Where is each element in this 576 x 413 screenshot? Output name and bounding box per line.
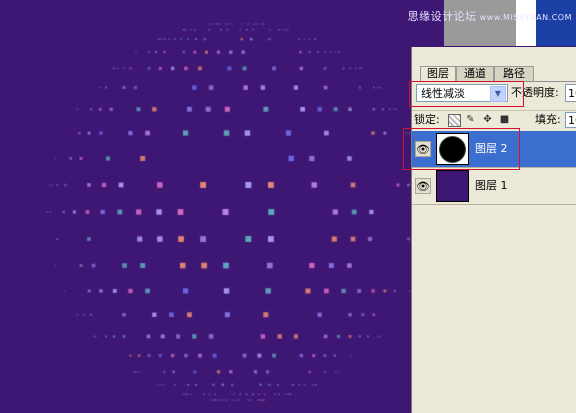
blend-row: 线性减淡 ▼ 不透明度: 10 [412, 83, 576, 105]
blend-mode-value: 线性减淡 [421, 87, 465, 100]
watermark-text: 思缘设计论坛 [407, 10, 477, 23]
layer-row-1[interactable]: 👁 图层 1 [412, 168, 576, 205]
layers-panel: 图层 通道 路径 线性减淡 ▼ 不透明度: 10 锁定: ✎ ✥ ■ 填充: 1… [411, 47, 576, 413]
watermark: 思缘设计论坛 www.MISSYUAN.COM [408, 8, 572, 24]
eye-icon[interactable]: 👁 [415, 178, 431, 194]
panel-tabs: 图层 通道 路径 [412, 65, 576, 82]
fill-label: 填充: [535, 113, 561, 126]
eye-icon[interactable]: 👁 [415, 141, 431, 157]
layer-thumbnail [436, 170, 469, 202]
fill-input[interactable]: 10 [565, 112, 576, 128]
opacity-input[interactable]: 10 [565, 84, 576, 102]
layer-thumbnail [436, 133, 469, 165]
lock-icon[interactable]: ■ [499, 114, 510, 125]
opacity-label: 不透明度: [511, 86, 559, 99]
lock-row: 锁定: ✎ ✥ ■ 填充: 10 [412, 110, 576, 129]
lock-label: 锁定: [414, 113, 440, 126]
layer-row-2[interactable]: 👁 图层 2 [412, 131, 576, 168]
tab-layers[interactable]: 图层 [420, 66, 456, 82]
tab-paths[interactable]: 路径 [494, 66, 534, 81]
blend-mode-select[interactable]: 线性减淡 ▼ [416, 84, 508, 102]
chevron-down-icon[interactable]: ▼ [490, 86, 506, 102]
layers-list: 👁 图层 2 👁 图层 1 [412, 131, 576, 413]
sphere-thumbnail [440, 137, 465, 162]
tab-channels[interactable]: 通道 [456, 66, 494, 81]
brush-icon[interactable]: ✎ [465, 114, 476, 125]
layer-name: 图层 1 [475, 179, 508, 192]
layer-name: 图层 2 [475, 142, 508, 155]
move-icon[interactable]: ✥ [482, 114, 493, 125]
lock-transparent-pixels-icon[interactable] [448, 114, 461, 127]
watermark-url: www.MISSYUAN.COM [479, 13, 572, 22]
